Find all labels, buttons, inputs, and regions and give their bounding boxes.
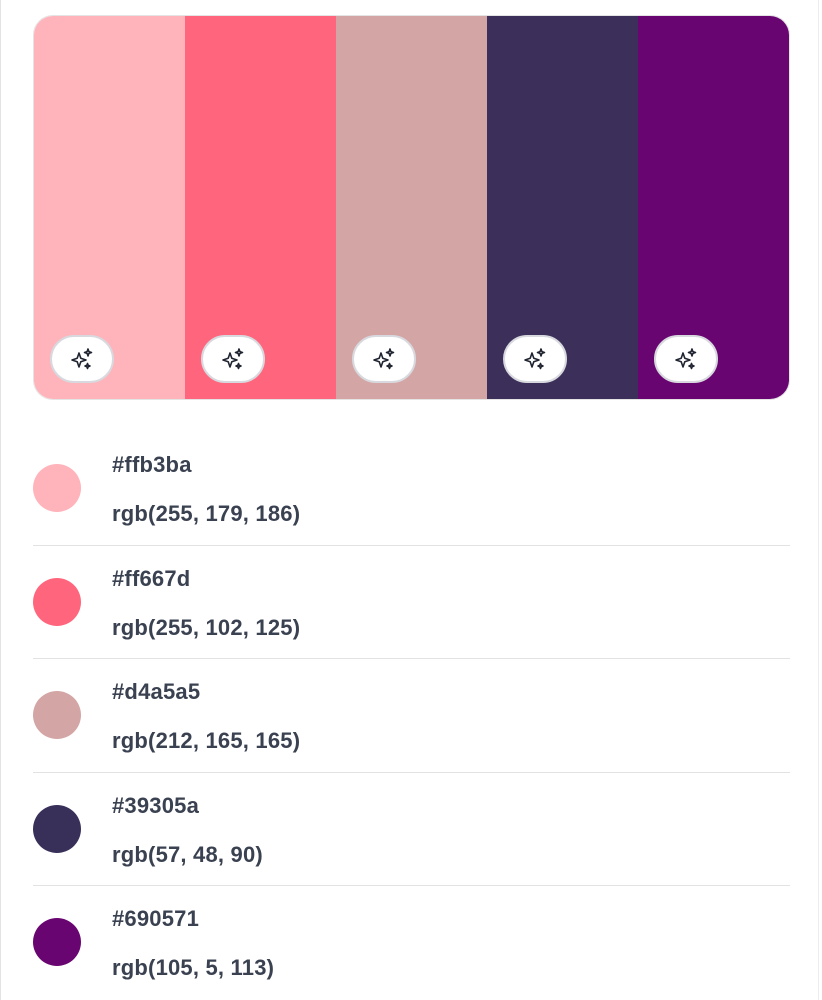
color-dot: [33, 464, 81, 512]
rgb-value[interactable]: rgb(255, 102, 125): [112, 615, 300, 641]
rgb-value[interactable]: rgb(255, 179, 186): [112, 501, 300, 527]
list-item[interactable]: #ffb3ba rgb(255, 179, 186): [33, 432, 790, 546]
palette-swatch[interactable]: [34, 16, 185, 399]
generate-variation-button[interactable]: [201, 335, 265, 383]
sparkles-icon: [218, 344, 248, 374]
rgb-value[interactable]: rgb(57, 48, 90): [112, 842, 263, 868]
color-list: #ffb3ba rgb(255, 179, 186) #ff667d rgb(2…: [33, 432, 790, 1000]
generate-variation-button[interactable]: [654, 335, 718, 383]
palette-preview: [33, 15, 790, 400]
palette-swatch[interactable]: [638, 16, 789, 399]
hex-value[interactable]: #ffb3ba: [112, 452, 192, 478]
hex-value[interactable]: #ff667d: [112, 566, 190, 592]
sparkles-icon: [67, 344, 97, 374]
hex-value[interactable]: #690571: [112, 906, 199, 932]
generate-variation-button[interactable]: [50, 335, 114, 383]
palette-swatch[interactable]: [185, 16, 336, 399]
generate-variation-button[interactable]: [503, 335, 567, 383]
list-item[interactable]: #39305a rgb(57, 48, 90): [33, 773, 790, 886]
rgb-value[interactable]: rgb(105, 5, 113): [112, 955, 274, 981]
list-item[interactable]: #d4a5a5 rgb(212, 165, 165): [33, 659, 790, 773]
sparkles-icon: [520, 344, 550, 374]
sparkles-icon: [671, 344, 701, 374]
palette-swatch[interactable]: [336, 16, 487, 399]
rgb-value[interactable]: rgb(212, 165, 165): [112, 728, 300, 754]
palette-swatch[interactable]: [487, 16, 638, 399]
sparkles-icon: [369, 344, 399, 374]
list-item[interactable]: #ff667d rgb(255, 102, 125): [33, 546, 790, 659]
color-dot: [33, 691, 81, 739]
hex-value[interactable]: #39305a: [112, 793, 199, 819]
color-dot: [33, 804, 81, 853]
scrollbar-track[interactable]: [818, 0, 819, 1000]
generate-variation-button[interactable]: [352, 335, 416, 383]
color-dot: [33, 577, 81, 626]
page-left-border: [0, 0, 1, 1000]
hex-value[interactable]: #d4a5a5: [112, 679, 200, 705]
color-dot: [33, 918, 81, 966]
list-item[interactable]: #690571 rgb(105, 5, 113): [33, 886, 790, 1000]
